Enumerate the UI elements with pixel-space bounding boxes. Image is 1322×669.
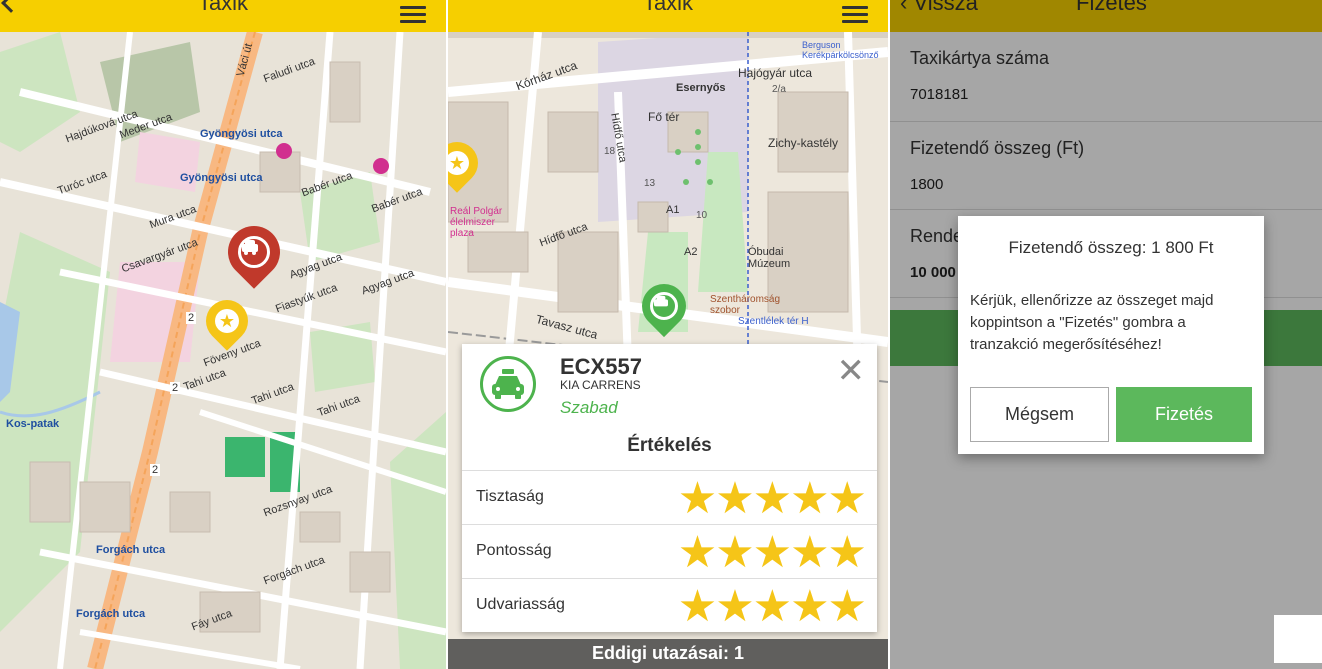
menu-icon[interactable] bbox=[400, 6, 426, 24]
car-icon bbox=[654, 295, 668, 307]
trips-bar: Eddigi utazásai: 1 bbox=[448, 639, 888, 669]
favorite-marker[interactable]: ★ bbox=[197, 291, 257, 351]
confirm-dialog: Fizetendő összeg: 1 800 Ft Kérjük, ellen… bbox=[958, 216, 1264, 454]
dialog-message: Kérjük, ellenőrizze az összeget majd kop… bbox=[970, 292, 1214, 353]
dialog-title: Fizetendő összeg: 1 800 Ft bbox=[1008, 238, 1214, 257]
taxi-map-screen: Taxik Meder utca Gyöngyösi utca Gyöngyös… bbox=[0, 0, 446, 669]
taxi-marker[interactable] bbox=[217, 215, 291, 289]
star-icon: ★ bbox=[215, 309, 239, 333]
map-label: Szentlélek tér H bbox=[738, 316, 809, 327]
map-label: Gyöngyösi utca bbox=[200, 128, 283, 140]
star-rating: ★★★★★ bbox=[677, 528, 867, 577]
map-label: Óbudai Múzeum bbox=[748, 246, 791, 270]
rating-label: Udvariasság bbox=[476, 596, 565, 613]
taxi-detail-screen: Taxik Kórház utca Hajógyár utca Esernyős… bbox=[448, 0, 888, 669]
screen-title: Taxik bbox=[642, 0, 694, 15]
star-rating: ★★★★★ bbox=[677, 474, 867, 523]
rating-row: Udvariasság ★★★★★ bbox=[462, 578, 877, 632]
top-bar: Taxik bbox=[0, 0, 446, 32]
top-bar: Taxik bbox=[448, 0, 888, 32]
map-label: Szentháromság szobor bbox=[710, 294, 781, 316]
map-label: Fő tér bbox=[648, 110, 680, 124]
taxi-car-icon bbox=[480, 356, 536, 412]
rating-label: Tisztaság bbox=[476, 488, 544, 505]
map-label: Esernyős bbox=[676, 82, 726, 94]
star-rating: ★★★★★ bbox=[677, 582, 867, 631]
taxi-info-card: ECX557 KIA CARRENS Szabad ✕ Értékelés Ti… bbox=[462, 344, 877, 632]
map-label: 2/a bbox=[772, 84, 786, 95]
menu-icon[interactable] bbox=[842, 6, 868, 24]
map-label: 10 bbox=[696, 210, 708, 221]
close-icon[interactable]: ✕ bbox=[837, 354, 866, 388]
favorite-marker[interactable]: ★ bbox=[448, 133, 487, 193]
route-badge: 2 bbox=[170, 382, 181, 394]
route-badge: 2 bbox=[150, 464, 161, 476]
screen-title: Taxik bbox=[197, 0, 249, 15]
map-label: Gyöngyösi utca bbox=[180, 172, 263, 184]
taxi-marker[interactable] bbox=[632, 274, 696, 338]
map-label: A2 bbox=[684, 246, 698, 258]
map-label: Kos-patak bbox=[6, 418, 60, 430]
map-view[interactable]: Meder utca Gyöngyösi utca Gyöngyösi utca… bbox=[0, 32, 446, 669]
car-icon bbox=[242, 240, 258, 255]
map-label: 18 bbox=[604, 146, 616, 157]
trips-count: Eddigi utazásai: 1 bbox=[591, 643, 745, 663]
rating-row: Tisztaság ★★★★★ bbox=[462, 470, 877, 524]
map-label: Forgách utca bbox=[96, 544, 166, 556]
rating-label: Pontosság bbox=[476, 542, 552, 559]
license-plate: ECX557 bbox=[560, 354, 642, 379]
car-model: KIA CARRENS bbox=[560, 378, 641, 392]
map-label: Berguson Kerékpárkölcsönző bbox=[802, 40, 879, 60]
map-label: A1 bbox=[666, 204, 680, 216]
taxi-status: Szabad bbox=[560, 398, 618, 417]
payment-screen: ‹ Vissza Fizetés Taxikártya száma 701818… bbox=[890, 0, 1322, 669]
cancel-button[interactable]: Mégsem bbox=[970, 387, 1109, 442]
map-label: Reál Polgár élelmiszer plaza bbox=[450, 206, 503, 239]
map-label: Forgách utca bbox=[76, 608, 146, 620]
pay-button[interactable]: Fizetés bbox=[1116, 387, 1252, 442]
rating-title: Értékelés bbox=[627, 435, 712, 456]
corner-box bbox=[1274, 615, 1322, 663]
map-label: Zichy-kastély bbox=[768, 136, 839, 150]
map-label: Hajógyár utca bbox=[738, 66, 813, 80]
route-badge: 2 bbox=[186, 312, 197, 324]
rating-row: Pontosság ★★★★★ bbox=[462, 524, 877, 578]
map-label: 13 bbox=[644, 178, 656, 189]
